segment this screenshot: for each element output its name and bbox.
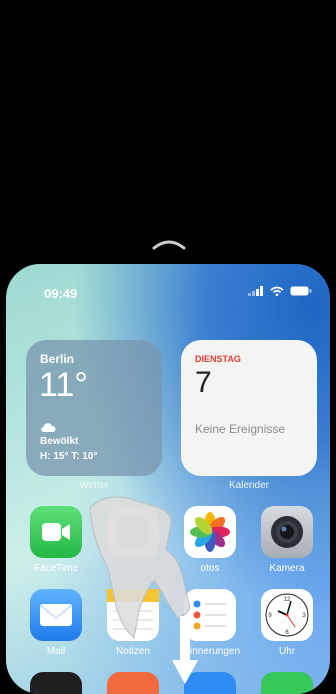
weather-condition: Bewölkt bbox=[40, 436, 79, 447]
status-time: 09:49 bbox=[44, 286, 78, 301]
facetime-icon bbox=[42, 523, 70, 541]
clock-icon: 12 3 6 9 bbox=[265, 593, 309, 637]
calendar-day: DIENSTAG bbox=[195, 354, 241, 364]
calendar-date: 7 bbox=[195, 366, 212, 399]
dock-app-4[interactable] bbox=[261, 672, 313, 694]
clock-app[interactable]: 12 3 6 9 bbox=[261, 589, 313, 641]
camera-app[interactable] bbox=[261, 506, 313, 558]
signal-icon bbox=[248, 286, 263, 296]
svg-text:12: 12 bbox=[284, 597, 291, 603]
app-label-camera: Kamera bbox=[269, 563, 305, 574]
calendar-events: Keine Ereignisse bbox=[195, 422, 286, 436]
wifi-icon bbox=[270, 286, 284, 296]
weather-high-low: H: 15° T: 10° bbox=[40, 451, 98, 462]
weather-widget[interactable]: Berlin 11° Bewölkt H: 15° T: 10° bbox=[26, 340, 162, 476]
facetime-app[interactable] bbox=[30, 506, 82, 558]
mail-app[interactable] bbox=[30, 589, 82, 641]
cloud-icon bbox=[41, 423, 56, 433]
weather-temp: 11° bbox=[39, 366, 88, 404]
chevron-up-icon bbox=[152, 240, 186, 250]
calendar-widget[interactable]: DIENSTAG 7 Keine Ereignisse bbox=[181, 340, 317, 476]
app-label-clock: Uhr bbox=[278, 646, 296, 657]
dock-app-1[interactable] bbox=[30, 672, 82, 694]
swipe-hand-icon bbox=[89, 496, 198, 684]
mail-icon bbox=[39, 604, 73, 626]
weather-city: Berlin bbox=[40, 352, 75, 366]
status-bar: 09:49 bbox=[6, 264, 330, 304]
battery-icon bbox=[290, 286, 312, 296]
camera-icon bbox=[271, 516, 303, 548]
